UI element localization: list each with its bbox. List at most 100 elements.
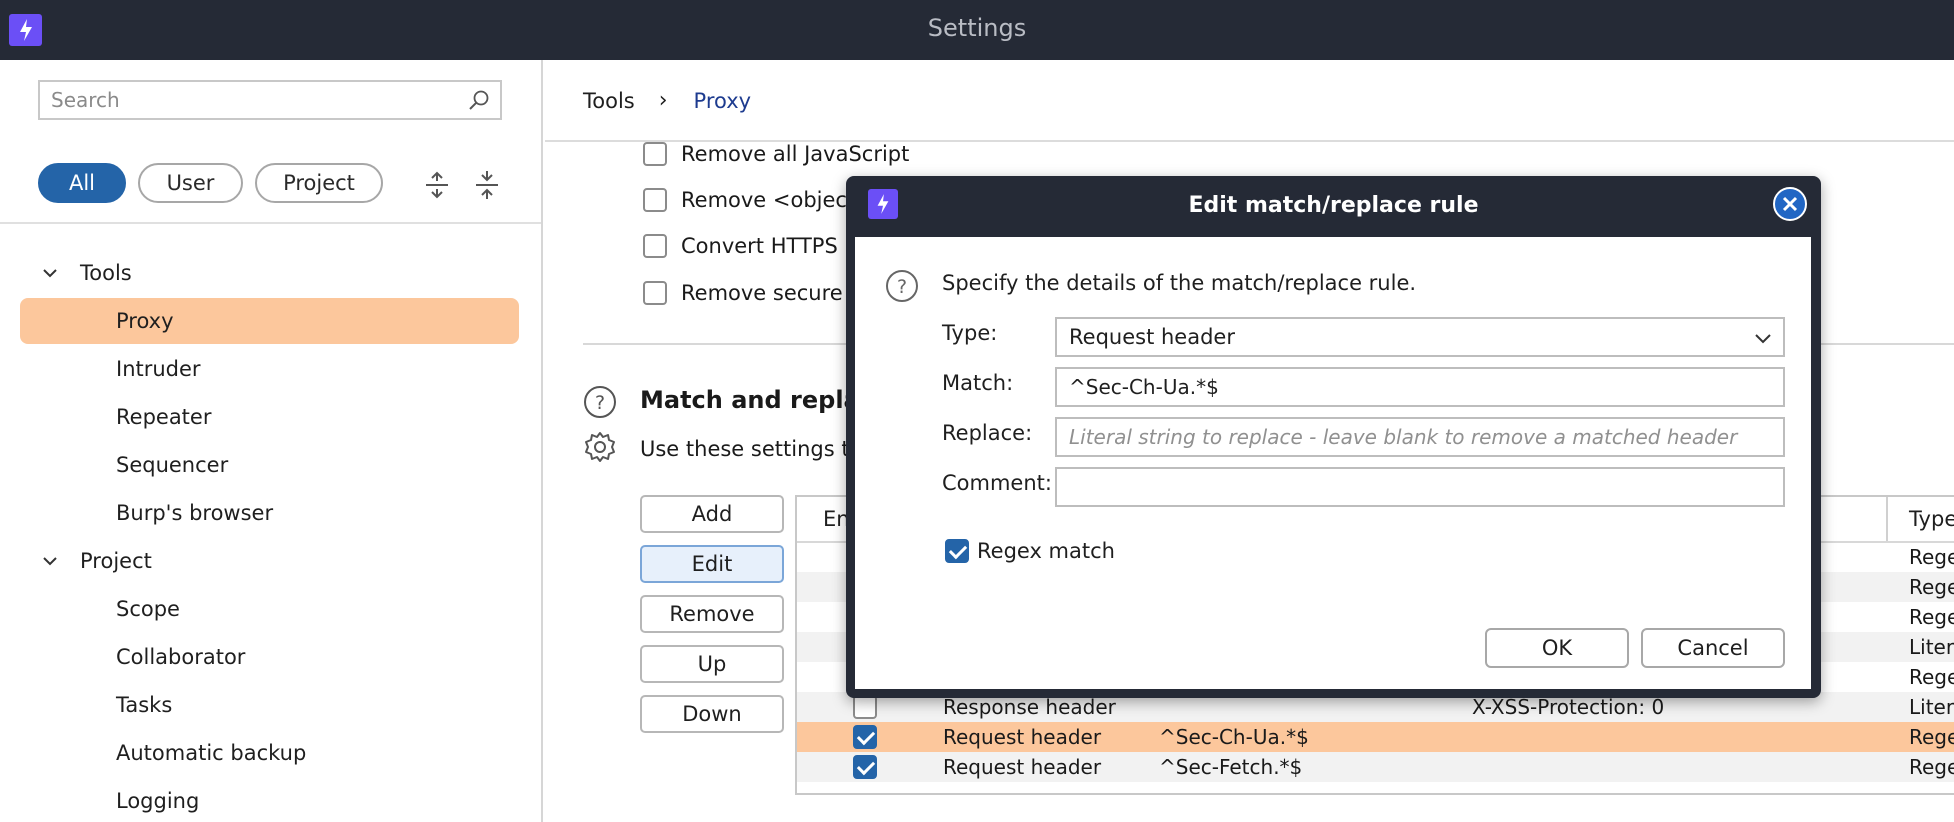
- column-header-type[interactable]: Type: [1909, 497, 1954, 541]
- type-select-value: Request header: [1069, 325, 1235, 349]
- checkbox[interactable]: [643, 234, 667, 258]
- cell-item: Request header: [943, 725, 1102, 749]
- sidebar-item-sequencer[interactable]: Sequencer: [20, 442, 519, 488]
- add-button[interactable]: Add: [640, 495, 784, 533]
- comment-field[interactable]: [1055, 467, 1785, 507]
- svg-text:?: ?: [897, 276, 907, 298]
- match-field[interactable]: [1055, 367, 1785, 407]
- cancel-button[interactable]: Cancel: [1641, 628, 1785, 668]
- section-description: Use these settings to: [640, 437, 863, 461]
- cell-type: Literal: [1909, 695, 1954, 719]
- table-row[interactable]: Request header ^Sec-Fetch.*$ Regex: [797, 752, 1954, 782]
- sidebar-item-tasks[interactable]: Tasks: [20, 682, 519, 728]
- dialog-title: Edit match/replace rule: [1188, 193, 1479, 218]
- sidebar-item-scope[interactable]: Scope: [20, 586, 519, 632]
- scope-filter: All User Project: [38, 163, 383, 203]
- cell-type: Regex: [1909, 575, 1954, 599]
- cell-match: ^Sec-Fetch.*$: [1159, 755, 1303, 779]
- dialog-description: Specify the details of the match/replace…: [942, 271, 1417, 295]
- tree-group-tools[interactable]: Tools: [40, 250, 132, 296]
- breadcrumb-tools[interactable]: Tools: [583, 89, 635, 113]
- option-label: Convert HTTPS lin: [681, 234, 870, 258]
- edit-button[interactable]: Edit: [640, 545, 784, 583]
- sidebar-item-automatic-backup[interactable]: Automatic backup: [20, 730, 519, 776]
- cell-match: ^Sec-Ch-Ua.*$: [1159, 725, 1309, 749]
- breadcrumb-proxy: Proxy: [693, 88, 752, 113]
- search-icon[interactable]: [468, 89, 490, 111]
- breadcrumb-separator: ›: [658, 88, 668, 113]
- filter-project-button[interactable]: Project: [255, 163, 383, 203]
- match-label: Match:: [942, 371, 1014, 395]
- up-button[interactable]: Up: [640, 645, 784, 683]
- cell-replace: X-XSS-Protection: 0: [1472, 695, 1665, 719]
- regex-label: Regex match: [977, 539, 1115, 563]
- close-button[interactable]: [1773, 187, 1807, 221]
- chevron-down-icon[interactable]: [40, 263, 60, 283]
- replace-label: Replace:: [942, 421, 1033, 445]
- cell-type: Regex: [1909, 665, 1954, 689]
- svg-text:?: ?: [595, 392, 605, 414]
- tree-group-project[interactable]: Project: [40, 538, 152, 584]
- checkbox[interactable]: [643, 142, 667, 166]
- gear-icon[interactable]: [583, 430, 617, 464]
- sidebar-item-repeater[interactable]: Repeater: [20, 394, 519, 440]
- comment-input[interactable]: [1057, 469, 1783, 505]
- cell-type: Regex: [1909, 725, 1954, 749]
- cell-type: Regex: [1909, 605, 1954, 629]
- ok-button[interactable]: OK: [1485, 628, 1629, 668]
- help-icon[interactable]: ?: [583, 385, 617, 419]
- match-input[interactable]: [1057, 369, 1783, 405]
- search-box[interactable]: [38, 80, 502, 120]
- row-enabled-checkbox[interactable]: [853, 755, 877, 779]
- table-row[interactable]: Request header ^Sec-Ch-Ua.*$ Regex: [797, 722, 1954, 752]
- cell-type: Regex: [1909, 755, 1954, 779]
- filter-all-button[interactable]: All: [38, 163, 126, 203]
- sidebar-item-collaborator[interactable]: Collaborator: [20, 634, 519, 680]
- chevron-down-icon[interactable]: [40, 551, 60, 571]
- regex-checkbox[interactable]: [945, 539, 969, 563]
- option-remove-javascript[interactable]: Remove all JavaScript: [643, 142, 909, 166]
- option-label: Remove all JavaScript: [681, 142, 910, 166]
- type-select[interactable]: Request header: [1055, 317, 1785, 357]
- row-enabled-checkbox[interactable]: [853, 725, 877, 749]
- cell-item: Request header: [943, 755, 1102, 779]
- close-icon[interactable]: [1782, 196, 1798, 212]
- sidebar-item-proxy[interactable]: Proxy: [20, 298, 519, 344]
- option-convert-https[interactable]: Convert HTTPS lin: [643, 234, 869, 258]
- dialog-body: ? Specify the details of the match/repla…: [855, 237, 1811, 689]
- down-button[interactable]: Down: [640, 695, 784, 733]
- tree-group-label: Project: [80, 549, 152, 573]
- settings-sidebar: All User Project Tools Proxy Intruder Re…: [0, 60, 543, 822]
- sidebar-divider: [0, 222, 541, 224]
- edit-rule-dialog: Edit match/replace rule ? Specify the de…: [846, 176, 1821, 698]
- type-label: Type:: [942, 321, 998, 345]
- filter-user-button[interactable]: User: [138, 163, 243, 203]
- cell-type: Literal: [1909, 635, 1954, 659]
- replace-input[interactable]: [1057, 419, 1783, 455]
- collapse-all-icon[interactable]: [472, 170, 502, 200]
- replace-field[interactable]: [1055, 417, 1785, 457]
- option-remove-secure-flag[interactable]: Remove secure fla: [643, 281, 875, 305]
- expand-all-icon[interactable]: [422, 170, 452, 200]
- sidebar-item-burps-browser[interactable]: Burp's browser: [20, 490, 519, 536]
- checkbox[interactable]: [643, 188, 667, 212]
- sidebar-item-logging[interactable]: Logging: [20, 778, 519, 822]
- column-divider[interactable]: [1886, 497, 1888, 541]
- comment-label: Comment:: [942, 471, 1052, 495]
- cell-item: Response header: [943, 695, 1116, 719]
- title-bar: Settings: [0, 0, 1954, 60]
- cell-type: Regex: [1909, 545, 1954, 569]
- checkbox[interactable]: [643, 281, 667, 305]
- breadcrumb: Tools › Proxy: [583, 88, 751, 113]
- remove-button[interactable]: Remove: [640, 595, 784, 633]
- row-enabled-checkbox[interactable]: [853, 695, 877, 719]
- tree-group-label: Tools: [80, 261, 132, 285]
- chevron-down-icon[interactable]: [1753, 329, 1773, 349]
- regex-match-option[interactable]: Regex match: [945, 539, 1115, 563]
- search-input[interactable]: [40, 82, 450, 118]
- option-remove-object[interactable]: Remove <object>: [643, 188, 873, 212]
- option-label: Remove <object>: [681, 188, 873, 212]
- sidebar-item-intruder[interactable]: Intruder: [20, 346, 519, 392]
- help-icon: ?: [886, 270, 918, 302]
- window-title: Settings: [927, 14, 1027, 42]
